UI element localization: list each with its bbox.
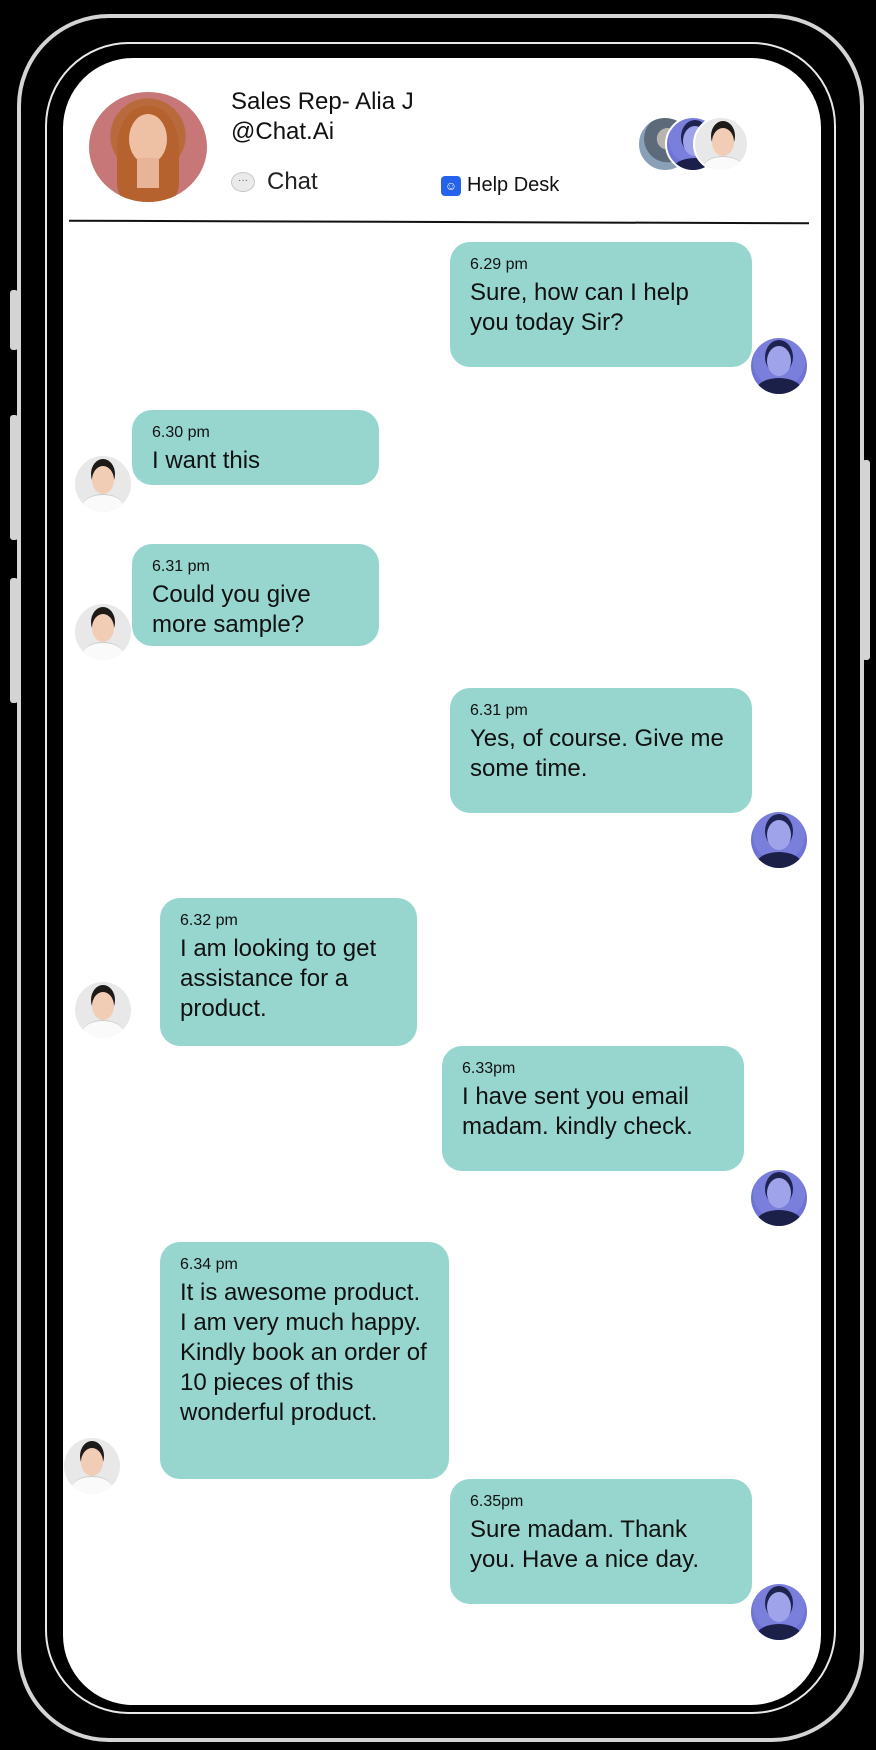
speech-bubble-icon: ··· [231,172,255,192]
customer-avatar [75,604,131,660]
rep-handle: @Chat.Ai [231,118,335,145]
volume-down-button [10,578,18,703]
customer-avatar [64,1438,120,1494]
participants-avatars[interactable] [637,116,749,172]
customer-avatar [75,982,131,1038]
tab-help-desk-label: Help Desk [467,174,560,196]
help-desk-icon: ☺ [441,175,461,196]
tab-help-desk[interactable]: ☺ Help Desk [441,174,559,197]
message-time: 6.31 pm [470,702,528,719]
agent-avatar [751,1170,807,1226]
message-time: 6.33pm [462,1060,516,1077]
message-time: 6.29 pm [470,256,528,273]
message-bubble-customer: 6.31 pm Could you give more sample? [132,544,379,646]
message-bubble-agent: 6.31 pm Yes, of course. Give me some tim… [450,688,752,813]
message-bubble-customer: 6.30 pm I want this [132,410,379,485]
message-time: 6.30 pm [152,424,210,441]
message-bubble-customer: 6.32 pm I am looking to get assistance f… [160,898,417,1046]
message-text: Could you give more sample? [152,581,311,638]
participant-avatar [693,116,749,172]
power-button [862,460,870,660]
message-bubble-agent: 6.33pm I have sent you email madam. kind… [442,1046,744,1171]
message-bubble-customer: 6.34 pm It is awesome product. I am very… [160,1242,449,1479]
message-time: 6.31 pm [152,558,210,575]
mute-switch [10,290,18,350]
message-text: I want this [152,447,261,474]
message-text: Sure madam. Thank you. Have a nice day. [470,1516,700,1573]
tab-chat-label: Chat [267,168,318,195]
message-time: 6.35pm [470,1493,524,1510]
message-text: I have sent you email madam. kindly chec… [462,1083,693,1140]
message-bubble-agent: 6.35pm Sure madam. Thank you. Have a nic… [450,1479,752,1604]
message-time: 6.32 pm [180,912,238,929]
message-text: It is awesome product. I am very much ha… [180,1279,427,1426]
agent-avatar [751,1584,807,1640]
sales-rep-avatar[interactable] [89,92,207,202]
customer-avatar [75,456,131,512]
message-text: Sure, how can I help you today Sir? [470,279,689,336]
header-divider [68,219,810,225]
message-text: I am looking to get assistance for a pro… [180,935,377,1022]
message-bubble-agent: 6.29 pm Sure, how can I help you today S… [450,242,752,367]
agent-avatar [751,812,807,868]
tab-chat[interactable]: ··· Chat [231,168,318,196]
volume-up-button [10,415,18,540]
agent-avatar [751,338,807,394]
message-time: 6.34 pm [180,1256,238,1273]
rep-name: Sales Rep- Alia J [231,88,414,115]
chat-screen: Sales Rep- Alia J @Chat.Ai ··· Chat ☺ He… [63,58,821,1705]
message-text: Yes, of course. Give me some time. [470,725,724,782]
